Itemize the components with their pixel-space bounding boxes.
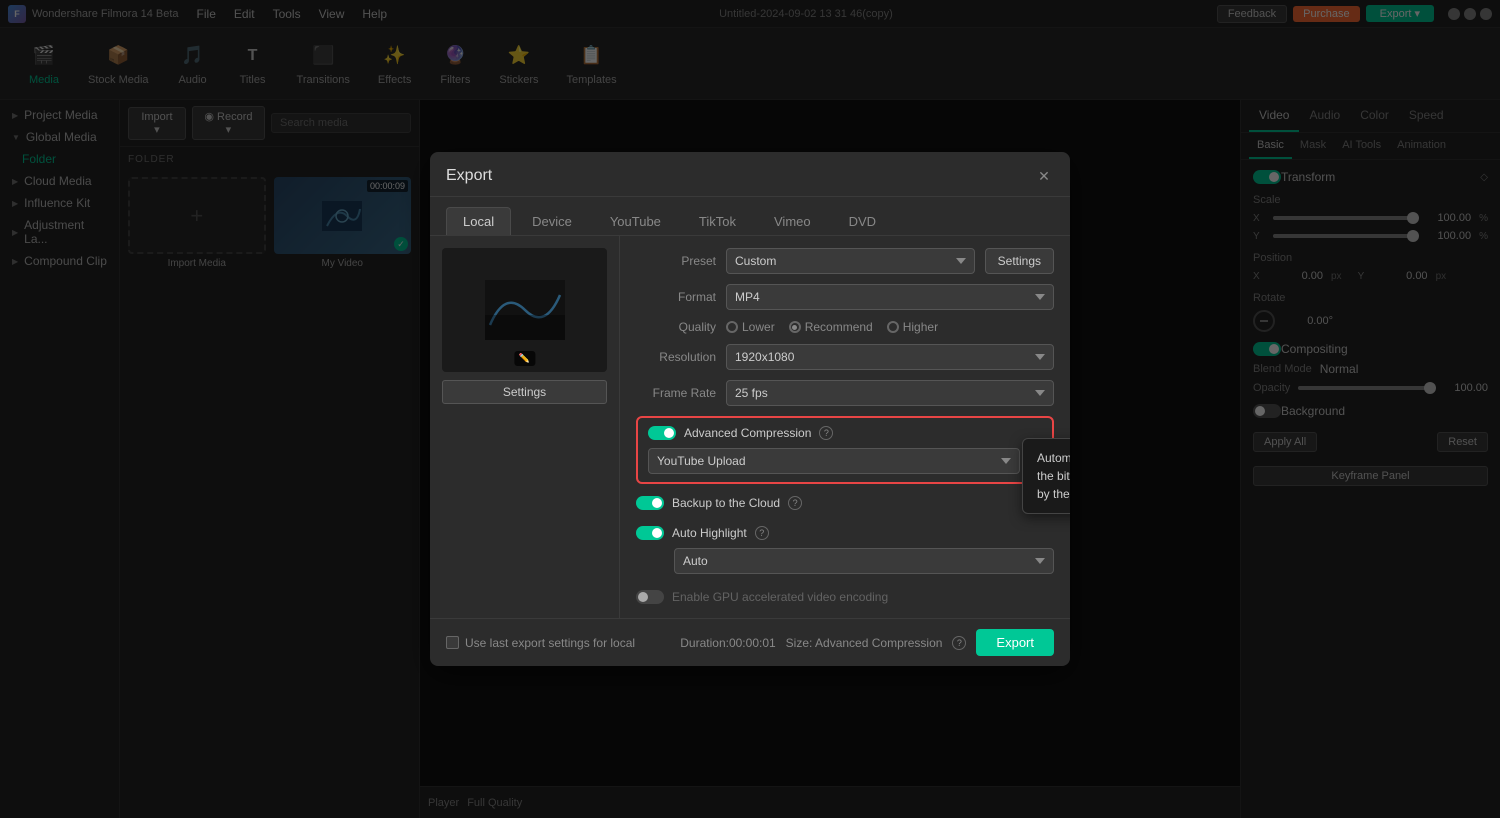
youtube-upload-select[interactable]: YouTube Upload [648, 448, 1020, 474]
modal-tab-dvd[interactable]: DVD [832, 207, 893, 235]
modal-settings: Preset Custom Settings Format MP4 Qualit… [620, 236, 1070, 618]
backup-label: Backup to the Cloud [672, 496, 780, 510]
modal-tab-vimeo[interactable]: Vimeo [757, 207, 828, 235]
quality-recommend-radio[interactable] [789, 321, 801, 333]
edit-thumb-button[interactable]: Settings [442, 380, 607, 404]
export-preview-thumb: ✏️ [442, 248, 607, 372]
auto-highlight-select-row: Auto [636, 548, 1054, 574]
advanced-compression-toggle[interactable] [648, 426, 676, 440]
preset-row: Preset Custom Settings [636, 248, 1054, 274]
backup-toggle[interactable] [636, 496, 664, 510]
quality-higher-radio[interactable] [887, 321, 899, 333]
export-main-button[interactable]: Export [976, 629, 1054, 656]
quality-options: Lower Recommend Higher [726, 320, 938, 334]
auto-highlight-label: Auto Highlight [672, 526, 747, 540]
modal-tab-tiktok[interactable]: TikTok [682, 207, 753, 235]
adv-comp-header-row: Advanced Compression ? Automatically com… [648, 426, 1042, 440]
auto-highlight-section: Auto Highlight ? Auto [636, 522, 1054, 578]
export-modal: Export ✕ Local Device YouTube TikTok Vim… [430, 152, 1070, 666]
backup-row: Backup to the Cloud ? [636, 494, 1054, 512]
frame-rate-row: Frame Rate 25 fps [636, 380, 1054, 406]
auto-highlight-select[interactable]: Auto [674, 548, 1054, 574]
preset-select[interactable]: Custom [726, 248, 975, 274]
modal-footer: Use last export settings for local Durat… [430, 618, 1070, 666]
modal-tab-local[interactable]: Local [446, 207, 511, 235]
modal-tab-youtube[interactable]: YouTube [593, 207, 678, 235]
use-last-settings-text: Use last export settings for local [465, 636, 635, 650]
tooltip-text: Automatically compressing within the bit… [1037, 451, 1070, 501]
settings-button[interactable]: Settings [985, 248, 1054, 274]
export-thumb-icon: ✏️ [514, 351, 535, 366]
quality-lower[interactable]: Lower [726, 320, 775, 334]
auto-highlight-info-icon[interactable]: ? [755, 526, 769, 540]
advanced-compression-info-icon[interactable]: ? [819, 426, 833, 440]
advanced-compression-section: Advanced Compression ? Automatically com… [636, 416, 1054, 484]
modal-overlay: Export ✕ Local Device YouTube TikTok Vim… [0, 0, 1500, 818]
quality-row: Quality Lower Recommend Higher [636, 320, 1054, 334]
use-last-settings-checkbox[interactable] [446, 636, 459, 649]
quality-lower-label: Lower [742, 320, 775, 334]
auto-highlight-toggle[interactable] [636, 526, 664, 540]
resolution-select[interactable]: 1920x1080 [726, 344, 1054, 370]
quality-recommend[interactable]: Recommend [789, 320, 873, 334]
quality-lower-radio[interactable] [726, 321, 738, 333]
modal-header: Export ✕ [430, 152, 1070, 197]
format-select[interactable]: MP4 [726, 284, 1054, 310]
advanced-compression-tooltip: Automatically compressing within the bit… [1022, 438, 1070, 514]
quality-higher-label: Higher [903, 320, 938, 334]
modal-body: ✏️ Settings Preset Custom Settings Forma… [430, 236, 1070, 618]
advanced-compression-label: Advanced Compression [684, 426, 811, 440]
modal-preview: ✏️ Settings [430, 236, 620, 618]
quality-label: Quality [636, 320, 716, 334]
backup-info-icon[interactable]: ? [788, 496, 802, 510]
auto-hl-row: Auto Highlight ? [636, 526, 1054, 540]
gpu-label: Enable GPU accelerated video encoding [672, 590, 888, 604]
modal-close-button[interactable]: ✕ [1034, 166, 1054, 186]
preset-label: Preset [636, 254, 716, 268]
resolution-row: Resolution 1920x1080 [636, 344, 1054, 370]
adv-comp-select-row: YouTube Upload ? [648, 448, 1042, 474]
frame-rate-select[interactable]: 25 fps [726, 380, 1054, 406]
format-row: Format MP4 [636, 284, 1054, 310]
format-label: Format [636, 290, 716, 304]
modal-tabs: Local Device YouTube TikTok Vimeo DVD [430, 197, 1070, 236]
modal-tab-device[interactable]: Device [515, 207, 589, 235]
size-info-icon[interactable]: ? [952, 636, 966, 650]
gpu-row: Enable GPU accelerated video encoding [636, 588, 1054, 606]
quality-higher[interactable]: Higher [887, 320, 938, 334]
resolution-label: Resolution [636, 350, 716, 364]
use-last-settings-label[interactable]: Use last export settings for local [446, 636, 635, 650]
gpu-toggle[interactable] [636, 590, 664, 604]
footer-left: Use last export settings for local [446, 636, 635, 650]
duration-text: Duration:00:00:01 [680, 636, 775, 650]
footer-right: Duration:00:00:01 Size: Advanced Compres… [680, 629, 1054, 656]
modal-title: Export [446, 167, 492, 185]
size-text: Size: Advanced Compression [786, 636, 943, 650]
quality-recommend-label: Recommend [805, 320, 873, 334]
frame-rate-label: Frame Rate [636, 386, 716, 400]
